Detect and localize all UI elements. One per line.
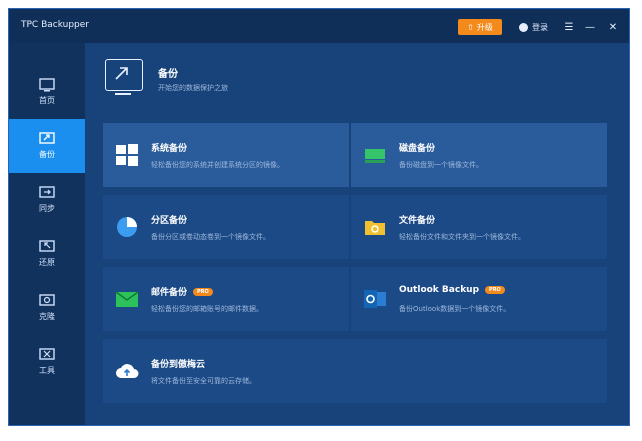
cloud-backup-card[interactable]: 备份到傲梅云 将文件备份至安全可靠的云存储。	[103, 339, 607, 403]
upgrade-icon: ⇧	[467, 22, 474, 32]
tools-icon	[39, 348, 55, 362]
sidebar-item-label: 工具	[39, 366, 55, 375]
close-icon[interactable]: ✕	[605, 19, 621, 35]
card-title: 系统备份	[151, 141, 187, 154]
page-subtitle: 开始您的数据保护之旅	[158, 84, 228, 92]
outlook-icon	[363, 287, 387, 311]
card-description: 轻松备份文件和文件夹到一个镜像文件。	[399, 233, 525, 241]
card-title: 磁盘备份	[399, 141, 435, 154]
card-title: 邮件备份 PRO	[151, 285, 213, 298]
card-title-text: Outlook Backup	[399, 285, 480, 295]
outlook-backup-card[interactable]: Outlook Backup PRO 备份Outlook数据到一个镜像文件。	[351, 267, 607, 331]
menu-icon[interactable]: ☰	[561, 19, 577, 35]
pro-badge: PRO	[485, 286, 505, 294]
main-panel: 备份 开始您的数据保护之旅 系统备份 轻松备份您的系统并创建系统分区的镜像。 磁…	[85, 43, 629, 425]
app-title: TPC Backupper	[21, 20, 90, 30]
monitor-stand	[115, 93, 131, 95]
card-description: 备份Outlook数据到一个镜像文件。	[399, 305, 511, 313]
card-title-text: 分区备份	[151, 216, 188, 226]
sidebar-item-label: 首页	[39, 96, 55, 105]
card-title-text: 文件备份	[399, 216, 436, 226]
folder-icon	[363, 215, 387, 239]
partition-pie-icon	[115, 215, 139, 239]
backup-icon	[39, 132, 55, 146]
page-title: 备份	[158, 69, 178, 80]
pro-badge: PRO	[193, 287, 213, 296]
sidebar-item-sync[interactable]: 同步	[9, 173, 85, 227]
card-title-text: 备份到傲梅云	[151, 360, 206, 370]
sidebar-item-backup[interactable]: 备份	[9, 119, 85, 173]
email-backup-card[interactable]: 邮件备份 PRO 轻松备份您的邮箱账号的邮件数据。	[103, 267, 349, 331]
card-description: 轻松备份您的系统并创建系统分区的镜像。	[151, 161, 284, 169]
file-backup-card[interactable]: 文件备份 轻松备份文件和文件夹到一个镜像文件。	[351, 195, 607, 259]
card-description: 将文件备份至安全可靠的云存储。	[151, 377, 256, 385]
minimize-icon[interactable]: —	[582, 19, 598, 35]
clone-icon	[39, 294, 55, 308]
title-bar: TPC Backupper ⇧ 升级 登录 ☰ — ✕	[9, 9, 629, 43]
card-description: 轻松备份您的邮箱账号的邮件数据。	[151, 305, 263, 313]
mail-icon	[115, 287, 139, 311]
sidebar-item-restore[interactable]: 还原	[9, 227, 85, 281]
disk-backup-card[interactable]: 磁盘备份 备份磁盘到一个镜像文件。	[351, 123, 607, 187]
windows-icon	[115, 143, 139, 167]
restore-icon	[39, 240, 55, 254]
card-title: 文件备份	[399, 213, 435, 226]
app-window: TPC Backupper ⇧ 升级 登录 ☰ — ✕ 首页 备份 同步 还原 …	[8, 8, 630, 426]
card-title-text: 邮件备份	[151, 288, 188, 298]
partition-backup-card[interactable]: 分区备份 备份分区或卷动态卷到一个镜像文件。	[103, 195, 349, 259]
sidebar-item-clone[interactable]: 克隆	[9, 281, 85, 335]
sidebar-item-home[interactable]: 首页	[9, 65, 85, 119]
upgrade-label: 升级	[476, 22, 493, 32]
user-icon	[519, 22, 528, 32]
sidebar-item-tools[interactable]: 工具	[9, 335, 85, 389]
sidebar-item-label: 还原	[39, 258, 55, 267]
system-backup-card[interactable]: 系统备份 轻松备份您的系统并创建系统分区的镜像。	[103, 123, 349, 187]
sidebar: 首页 备份 同步 还原 克隆 工具	[9, 43, 85, 425]
monitor-backup-icon	[105, 59, 143, 91]
card-title-text: 磁盘备份	[399, 144, 436, 154]
login-button[interactable]: 登录	[519, 19, 548, 35]
sync-icon	[39, 186, 55, 200]
card-description: 备份分区或卷动态卷到一个镜像文件。	[151, 233, 270, 241]
sidebar-item-label: 同步	[39, 204, 55, 213]
card-title: 分区备份	[151, 213, 187, 226]
disk-icon	[363, 143, 387, 167]
card-title-text: 系统备份	[151, 144, 188, 154]
card-description: 备份磁盘到一个镜像文件。	[399, 161, 483, 169]
cloud-upload-icon	[115, 359, 139, 383]
login-label: 登录	[532, 22, 548, 32]
card-title: 备份到傲梅云	[151, 357, 205, 370]
sidebar-item-label: 克隆	[39, 312, 55, 321]
card-title: Outlook Backup PRO	[399, 285, 505, 295]
sidebar-item-label: 备份	[39, 150, 55, 159]
upgrade-button[interactable]: ⇧ 升级	[458, 19, 502, 35]
home-icon	[39, 78, 55, 92]
